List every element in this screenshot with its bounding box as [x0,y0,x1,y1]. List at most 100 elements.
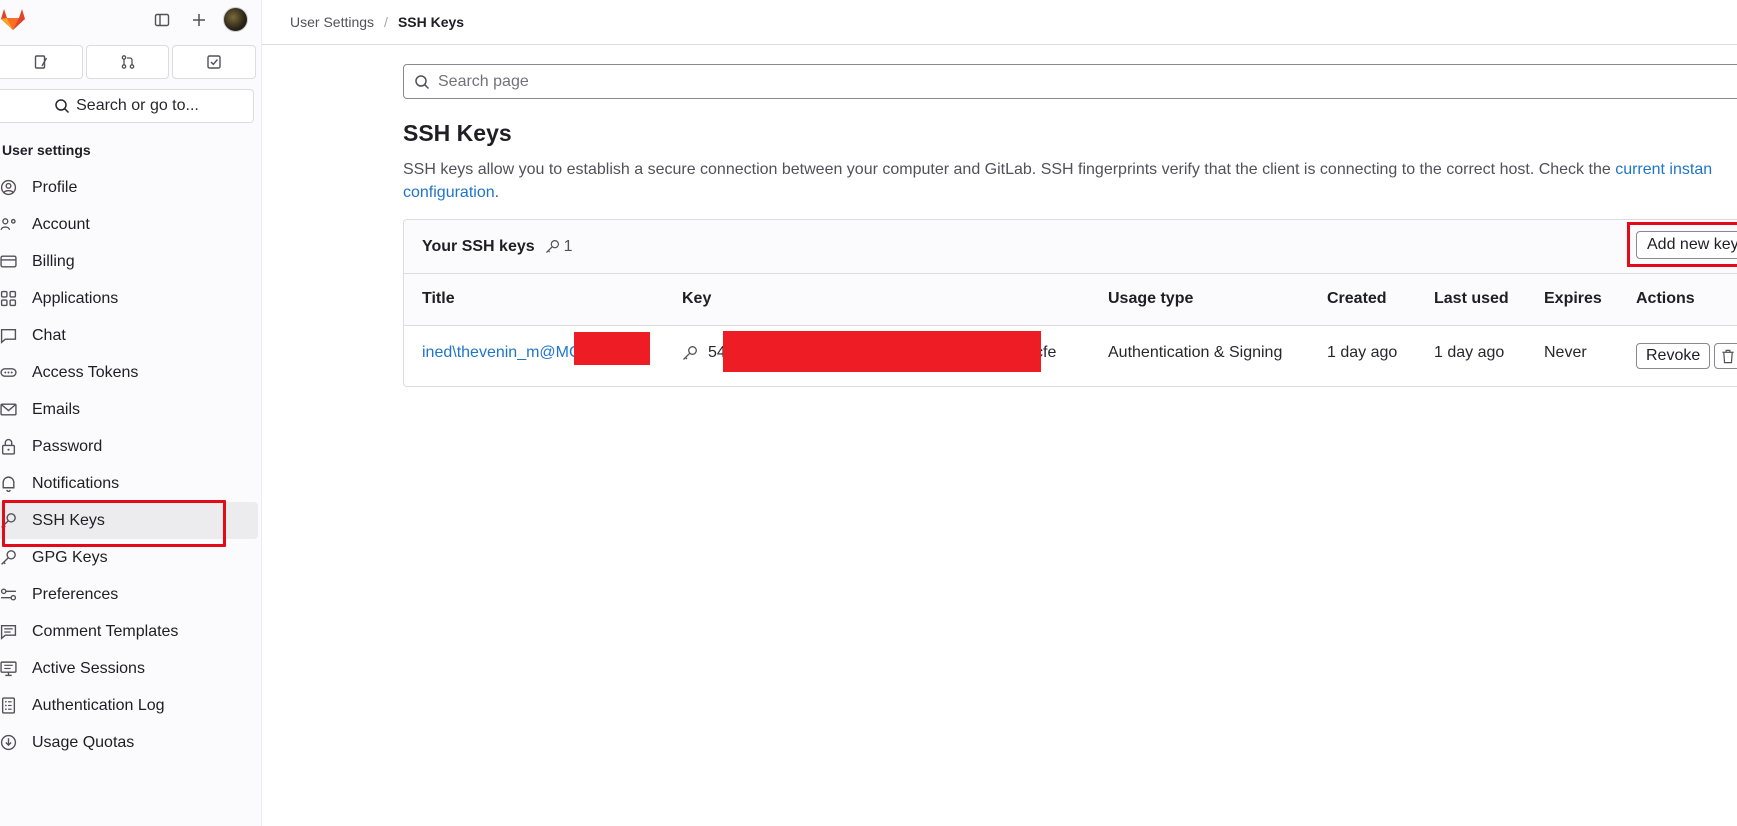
sidebar-item-chat[interactable]: Chat [0,317,258,354]
sidebar-item-label: Comment Templates [32,622,179,640]
sidebar-item-access-tokens[interactable]: Access Tokens [0,354,258,391]
key-title-link[interactable]: ined\thevenin_m@MC [422,344,581,361]
sidebar-top [0,0,262,40]
delete-button[interactable] [1714,343,1737,369]
instance-configuration-link-continued[interactable]: configuration [403,184,495,201]
search-placeholder: Search page [438,72,529,90]
usage-type-cell: Authentication & Signing [1108,344,1283,361]
sidebar-item-account[interactable]: Account [0,206,258,243]
sidebar-item-label: Chat [32,326,66,344]
sidebar-item-emails[interactable]: Emails [0,391,258,428]
table-row: ined\thevenin_m@MC 54 cfe Authentication… [404,326,1737,386]
sidebar-item-label: Preferences [32,585,119,603]
lock-icon [0,438,32,455]
key-title-cell: ined\thevenin_m@MC [422,344,581,362]
sidebar-item-label: Active Sessions [32,659,145,677]
gitlab-logo-icon[interactable] [0,6,26,32]
monitor-icon [0,660,32,677]
comment-icon [0,623,32,640]
column-header-last-used: Last used [1434,290,1509,307]
column-header-key: Key [682,290,712,307]
redaction-box [723,331,1041,372]
card-title: Your SSH keys [422,237,535,255]
sidebar-item-preferences[interactable]: Preferences [0,576,258,613]
sidebar-item-label: GPG Keys [32,548,108,566]
plus-icon[interactable] [187,8,211,32]
credit-card-icon [0,253,32,270]
bell-icon [0,475,32,492]
sidebar-item-billing[interactable]: Billing [0,243,258,280]
page-title: SSH Keys [403,120,512,146]
sidebar-item-label: Access Tokens [32,363,139,381]
log-icon [0,697,32,714]
card-header: Your SSH keys 1 Add new key [404,220,1737,274]
key-count: 1 [563,237,573,255]
trash-icon [1721,349,1735,364]
redaction-box [574,332,650,365]
last-used-cell: 1 day ago [1434,344,1505,361]
add-new-key-button[interactable]: Add new key [1636,231,1737,259]
column-header-title: Title [422,290,455,307]
chat-icon [0,327,32,344]
sidebar-item-comment-templates[interactable]: Comment Templates [0,613,258,650]
sidebar-item-gpg-keys[interactable]: GPG Keys [0,539,258,576]
revoke-button[interactable]: Revoke [1636,343,1711,369]
sidebar-item-label: Account [32,215,90,233]
sidebar-item-active-sessions[interactable]: Active Sessions [0,650,258,687]
key-count-badge: 1 [545,238,573,256]
issues-icon[interactable] [0,45,83,79]
sidebar-item-password[interactable]: Password [0,428,258,465]
ssh-keys-card: Your SSH keys 1 Add new key Title Key Us… [403,219,1737,387]
quota-icon [0,734,32,751]
sidebar-item-ssh-keys[interactable]: SSH Keys [0,500,258,547]
applications-icon [0,290,32,307]
table-header: Title Key Usage type Created Last used E… [404,274,1737,326]
search-input[interactable]: Search page [403,64,1737,99]
sidebar: Search or go to... User settings Profile… [0,0,262,826]
sidebar-item-usage-quotas[interactable]: Usage Quotas [0,724,258,761]
sidebar-item-label: Emails [32,400,81,418]
description-end: . [494,184,500,201]
sidebar-item-label: Authentication Log [32,696,165,714]
preferences-icon [0,586,32,603]
breadcrumb-separator: / [384,14,388,30]
token-icon [0,364,32,381]
sidebar-search-label: Search or go to... [76,97,199,114]
sidebar-shortcut-tabs [0,45,257,79]
page-description: SSH keys allow you to establish a secure… [403,158,1737,204]
breadcrumb-parent-link[interactable]: User Settings [290,14,374,30]
expires-cell: Never [1544,344,1587,361]
sidebar-item-label: Profile [32,178,78,196]
sidebar-section-title: User settings [2,142,91,158]
account-icon [0,216,32,233]
key-icon [545,239,560,254]
breadcrumb: User Settings / SSH Keys [262,0,1737,45]
avatar[interactable] [223,7,248,32]
merge-request-icon[interactable] [85,45,170,79]
todo-icon[interactable] [172,45,257,79]
search-icon [414,74,430,90]
key-icon [0,512,32,529]
sidebar-item-profile[interactable]: Profile [0,169,258,206]
key-icon [0,549,32,566]
mail-icon [0,401,32,418]
description-text: SSH keys allow you to establish a secure… [403,161,1616,178]
sidebar-search-button[interactable]: Search or go to... [0,89,254,123]
column-header-actions: Actions [1636,290,1695,307]
created-cell: 1 day ago [1327,344,1398,361]
sidebar-item-label: SSH Keys [32,511,105,529]
sidebar-item-label: Applications [32,289,119,307]
sidebar-item-authentication-log[interactable]: Authentication Log [0,687,258,724]
sidebar-item-label: Usage Quotas [32,733,135,751]
column-header-usage-type: Usage type [1108,290,1194,307]
sidebar-item-applications[interactable]: Applications [0,280,258,317]
column-header-created: Created [1327,290,1387,307]
instance-configuration-link[interactable]: current instan [1615,161,1712,178]
breadcrumb-current: SSH Keys [397,14,465,30]
sidebar-toggle-icon[interactable] [150,8,174,32]
sidebar-item-notifications[interactable]: Notifications [0,465,258,502]
sidebar-item-label: Billing [32,252,75,270]
search-icon [54,98,70,114]
sidebar-item-label: Notifications [32,474,120,492]
key-icon [682,345,698,361]
